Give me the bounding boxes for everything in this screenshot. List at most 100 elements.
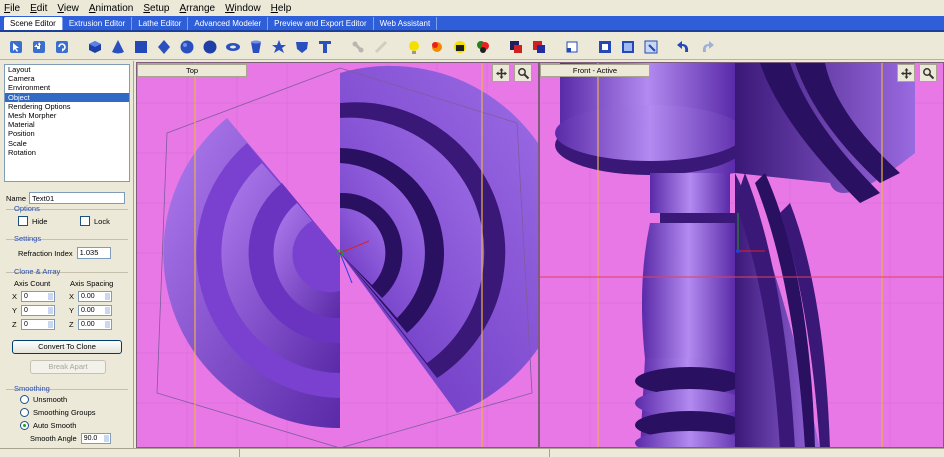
list-item-position[interactable]: Position <box>5 129 129 138</box>
zoom-view-button[interactable] <box>514 64 532 82</box>
text-icon[interactable] <box>315 37 334 56</box>
list-item-rendering-options[interactable]: Rendering Options <box>5 102 129 111</box>
menu-window[interactable]: Window <box>225 3 261 14</box>
bone-icon[interactable] <box>348 37 367 56</box>
box-icon[interactable] <box>131 37 150 56</box>
tab-web-assistant[interactable]: Web Assistant <box>374 17 438 30</box>
star-icon[interactable] <box>269 37 288 56</box>
axis-x-label: X <box>12 292 18 301</box>
window-icon[interactable] <box>562 37 581 56</box>
list-item-scale[interactable]: Scale <box>5 139 129 148</box>
axis-row-y: Y 0 Y 0.00 <box>12 305 112 316</box>
cube-icon[interactable] <box>85 37 104 56</box>
property-list[interactable]: Layout Camera Environment Object Renderi… <box>4 64 130 182</box>
viewport-top[interactable]: Top <box>136 62 539 448</box>
axis-y-count[interactable]: 0 <box>21 305 55 316</box>
viewport-front-title: Front - Active <box>540 64 650 77</box>
convert-to-clone-button[interactable]: Convert To Clone <box>12 340 122 354</box>
properties-panel: Layout Camera Environment Object Renderi… <box>0 61 134 457</box>
axis-row-z: Z 0 Z 0.00 <box>12 319 112 330</box>
name-field[interactable] <box>29 192 126 204</box>
menu-file[interactable]: File <box>4 3 20 14</box>
options-title: Options <box>14 204 40 213</box>
hide-box[interactable] <box>18 216 28 226</box>
tab-preview-export-editor[interactable]: Preview and Export Editor <box>268 17 374 30</box>
break-apart-button[interactable]: Break Apart <box>30 360 106 374</box>
torus-icon[interactable] <box>223 37 242 56</box>
viewport-front[interactable]: Front - Active <box>539 62 944 448</box>
tab-lathe-editor[interactable]: Lathe Editor <box>132 17 189 30</box>
shield-icon[interactable] <box>292 37 311 56</box>
spring-icon[interactable] <box>371 37 390 56</box>
menu-help[interactable]: Help <box>271 3 292 14</box>
tab-extrusion-editor[interactable]: Extrusion Editor <box>63 17 133 30</box>
sphere-alt-icon[interactable] <box>200 37 219 56</box>
list-item-environment[interactable]: Environment <box>5 83 129 92</box>
list-item-object[interactable]: Object <box>5 92 129 102</box>
move-arrows-icon <box>495 67 507 79</box>
axis-x-count[interactable]: 0 <box>21 291 55 302</box>
undo-icon[interactable] <box>674 37 693 56</box>
pan-view-button[interactable] <box>492 64 510 82</box>
material-icon[interactable] <box>506 37 525 56</box>
radio-unsmooth-circle[interactable] <box>20 395 29 404</box>
axis-z-label-2: Z <box>69 320 74 329</box>
refraction-label: Refraction Index <box>18 248 73 258</box>
top-view-render <box>137 63 538 447</box>
axis-z-count[interactable]: 0 <box>21 319 55 330</box>
smooth-angle-label: Smooth Angle <box>30 434 77 443</box>
tab-scene-editor[interactable]: Scene Editor <box>4 17 63 30</box>
list-item-mesh-morpher[interactable]: Mesh Morpher <box>5 111 129 120</box>
menu-bar: File Edit View Animation Setup Arrange W… <box>0 0 944 16</box>
spot-light-icon[interactable] <box>427 37 446 56</box>
radio-auto-label: Auto Smooth <box>33 421 77 430</box>
box-frame-icon[interactable] <box>618 37 637 56</box>
axis-z-spacing[interactable]: 0.00 <box>78 319 112 330</box>
menu-view[interactable]: View <box>57 3 79 14</box>
select-icon[interactable] <box>6 37 25 56</box>
menu-animation[interactable]: Animation <box>89 3 133 14</box>
light-icon[interactable] <box>404 37 423 56</box>
list-item-layout[interactable]: Layout <box>5 65 129 74</box>
cone-icon[interactable] <box>108 37 127 56</box>
axis-y-spacing[interactable]: 0.00 <box>78 305 112 316</box>
smooth-angle-field[interactable]: 90.0 <box>80 433 111 444</box>
tab-advanced-modeler[interactable]: Advanced Modeler <box>188 17 269 30</box>
menu-edit[interactable]: Edit <box>30 3 47 14</box>
redo-icon[interactable] <box>697 37 716 56</box>
object-icon[interactable] <box>595 37 614 56</box>
radio-auto-smooth[interactable]: Auto Smooth <box>20 421 76 430</box>
list-item-camera[interactable]: Camera <box>5 74 129 83</box>
hide-checkbox[interactable]: Hide <box>18 216 47 226</box>
radio-groups-circle[interactable] <box>20 408 29 417</box>
lock-box[interactable] <box>80 216 90 226</box>
axis-row-x: X 0 X 0.00 <box>12 291 112 302</box>
zoom-view-button-front[interactable] <box>919 64 937 82</box>
list-item-material[interactable]: Material <box>5 120 129 129</box>
smooth-angle-row: Smooth Angle 90.0 <box>30 433 111 444</box>
radio-unsmooth[interactable]: Unsmooth <box>20 395 67 404</box>
axis-spacing-label: Axis Spacing <box>70 279 114 288</box>
magnifier-icon <box>922 67 934 79</box>
lock-checkbox[interactable]: Lock <box>80 216 110 226</box>
render-icon[interactable] <box>641 37 660 56</box>
rotate-icon[interactable] <box>52 37 71 56</box>
menu-arrange[interactable]: Arrange <box>180 3 216 14</box>
axis-y-label-2: Y <box>69 306 75 315</box>
move-icon[interactable] <box>29 37 48 56</box>
radio-auto-circle[interactable] <box>20 421 29 430</box>
radio-smoothing-groups[interactable]: Smoothing Groups <box>20 408 96 417</box>
pan-view-button-front[interactable] <box>897 64 915 82</box>
camera-icon[interactable] <box>450 37 469 56</box>
list-item-rotation[interactable]: Rotation <box>5 148 129 157</box>
color-balls-icon[interactable] <box>473 37 492 56</box>
status-segment-1 <box>0 449 240 457</box>
menu-setup[interactable]: Setup <box>143 3 169 14</box>
refraction-field[interactable]: 1.035 <box>76 247 111 259</box>
paint-icon[interactable] <box>529 37 548 56</box>
axis-x-spacing[interactable]: 0.00 <box>78 291 112 302</box>
cylinder-icon[interactable] <box>246 37 265 56</box>
status-bar <box>0 448 944 457</box>
diamond-icon[interactable] <box>154 37 173 56</box>
sphere-icon[interactable] <box>177 37 196 56</box>
